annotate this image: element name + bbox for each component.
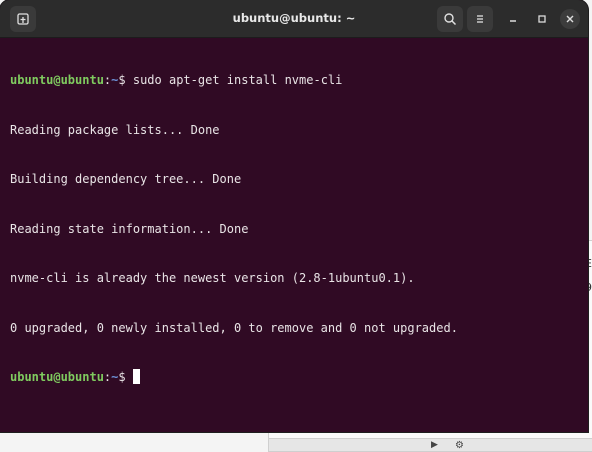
active-prompt-line[interactable]: ubuntu@ubuntu:~$ [10, 369, 580, 386]
menu-button[interactable] [467, 6, 493, 32]
new-tab-button[interactable] [10, 6, 36, 32]
minimize-icon [510, 20, 516, 22]
output-line: Building dependency tree... Done [10, 172, 242, 186]
new-tab-icon [17, 13, 29, 25]
command-text: sudo apt-get install nvme-cli [125, 73, 343, 87]
output-line: 0 upgraded, 0 newly installed, 0 to remo… [10, 320, 458, 335]
prompt-user: ubuntu@ubuntu [10, 370, 104, 384]
output-line: nvme-cli is already the newest version (… [10, 271, 415, 285]
text-cursor [132, 369, 140, 384]
title-bar[interactable]: ubuntu@ubuntu: ~ [0, 0, 588, 38]
minimize-button[interactable] [503, 9, 523, 29]
command-line: ubuntu@ubuntu:~$ sudo apt-get install nv… [10, 72, 580, 89]
output-line: Reading package lists... Done [10, 122, 220, 137]
window-title: ubuntu@ubuntu: ~ [232, 11, 356, 25]
search-button[interactable] [437, 6, 463, 32]
maximize-button[interactable] [532, 9, 552, 29]
output-line: Reading state information... Done [10, 221, 249, 236]
gear-icon[interactable]: ⚙ [455, 440, 464, 451]
play-icon[interactable]: ▶ [431, 440, 438, 450]
prompt-symbol: $ [118, 370, 126, 384]
terminal-output[interactable]: ubuntu@ubuntu:~$ sudo apt-get install nv… [10, 39, 580, 432]
close-icon [566, 15, 574, 23]
search-icon [444, 13, 457, 26]
terminal-window[interactable]: ubuntu@ubuntu: ~ ubuntu@ubuntu:~$ sudo a… [0, 0, 588, 432]
command-input[interactable] [126, 370, 133, 384]
prompt-user: ubuntu@ubuntu [10, 73, 104, 87]
hamburger-menu-icon [477, 15, 483, 23]
background-window-toolbar: ▶ ⚙ [269, 438, 592, 451]
close-button[interactable] [560, 9, 580, 29]
prompt-symbol: $ [118, 73, 126, 87]
scrollbar[interactable] [580, 40, 586, 428]
maximize-icon [538, 15, 546, 23]
